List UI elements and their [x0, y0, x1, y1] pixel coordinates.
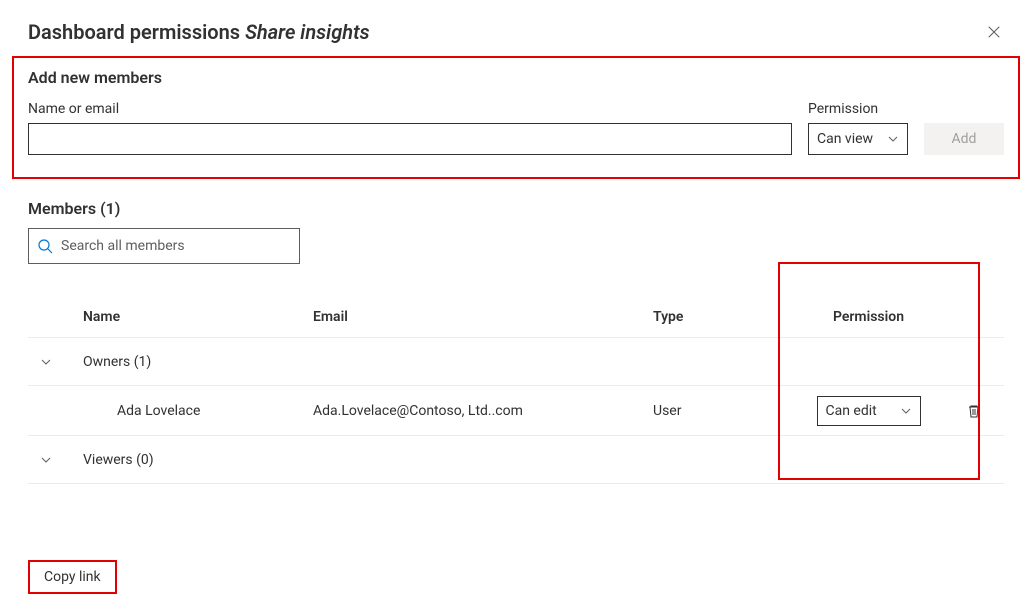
permission-label: Permission	[808, 101, 908, 117]
col-permission: Permission	[793, 309, 944, 325]
dialog-header: Dashboard permissions Share insights	[28, 20, 1004, 44]
col-email: Email	[313, 309, 653, 325]
search-members-box[interactable]	[28, 228, 300, 264]
add-members-heading: Add new members	[28, 68, 1004, 87]
col-name: Name	[83, 309, 313, 325]
permission-field: Permission Can view	[808, 101, 908, 155]
copy-link-button[interactable]: Copy link	[28, 560, 117, 594]
add-members-row: Name or email Permission Can view Add	[28, 101, 1004, 155]
members-count-header: Members (1)	[28, 199, 1004, 218]
permission-select-value: Can view	[817, 131, 887, 147]
close-icon	[987, 25, 1001, 39]
member-permission-cell: Can edit	[793, 396, 944, 426]
title-suffix: Share insights	[245, 20, 370, 44]
delete-member-button[interactable]	[944, 403, 1004, 419]
chevron-down-icon	[40, 454, 52, 466]
dialog-title: Dashboard permissions Share insights	[28, 20, 370, 44]
member-permission-select[interactable]: Can edit	[817, 396, 921, 426]
permission-select[interactable]: Can view	[808, 123, 908, 155]
table-row: Ada Lovelace Ada.Lovelace@Contoso, Ltd..…	[28, 386, 1004, 436]
name-input[interactable]	[28, 123, 792, 155]
chevron-down-icon	[40, 356, 52, 368]
add-button[interactable]: Add	[924, 123, 1004, 155]
search-icon	[37, 238, 53, 254]
table-header-row: Name Email Type Permission	[28, 296, 1004, 338]
group-viewers-label: Viewers (0)	[83, 452, 1004, 468]
group-viewers[interactable]: Viewers (0)	[28, 436, 1004, 484]
name-field: Name or email	[28, 101, 792, 155]
group-owners-label: Owners (1)	[83, 354, 1004, 370]
chevron-down-icon	[900, 405, 912, 417]
member-email: Ada.Lovelace@Contoso, Ltd..com	[313, 403, 653, 419]
close-button[interactable]	[984, 22, 1004, 42]
member-name: Ada Lovelace	[83, 403, 313, 419]
col-type: Type	[653, 309, 793, 325]
search-input[interactable]	[61, 238, 291, 254]
member-type: User	[653, 403, 793, 419]
member-permission-value: Can edit	[826, 403, 900, 419]
chevron-down-icon	[887, 133, 899, 145]
trash-icon	[966, 403, 982, 419]
group-owners[interactable]: Owners (1)	[28, 338, 1004, 386]
members-table: Name Email Type Permission Owners (1) Ad…	[28, 296, 1004, 484]
name-label: Name or email	[28, 101, 792, 117]
add-members-section: Add new members Name or email Permission…	[12, 56, 1020, 179]
title-prefix: Dashboard permissions	[28, 20, 245, 44]
